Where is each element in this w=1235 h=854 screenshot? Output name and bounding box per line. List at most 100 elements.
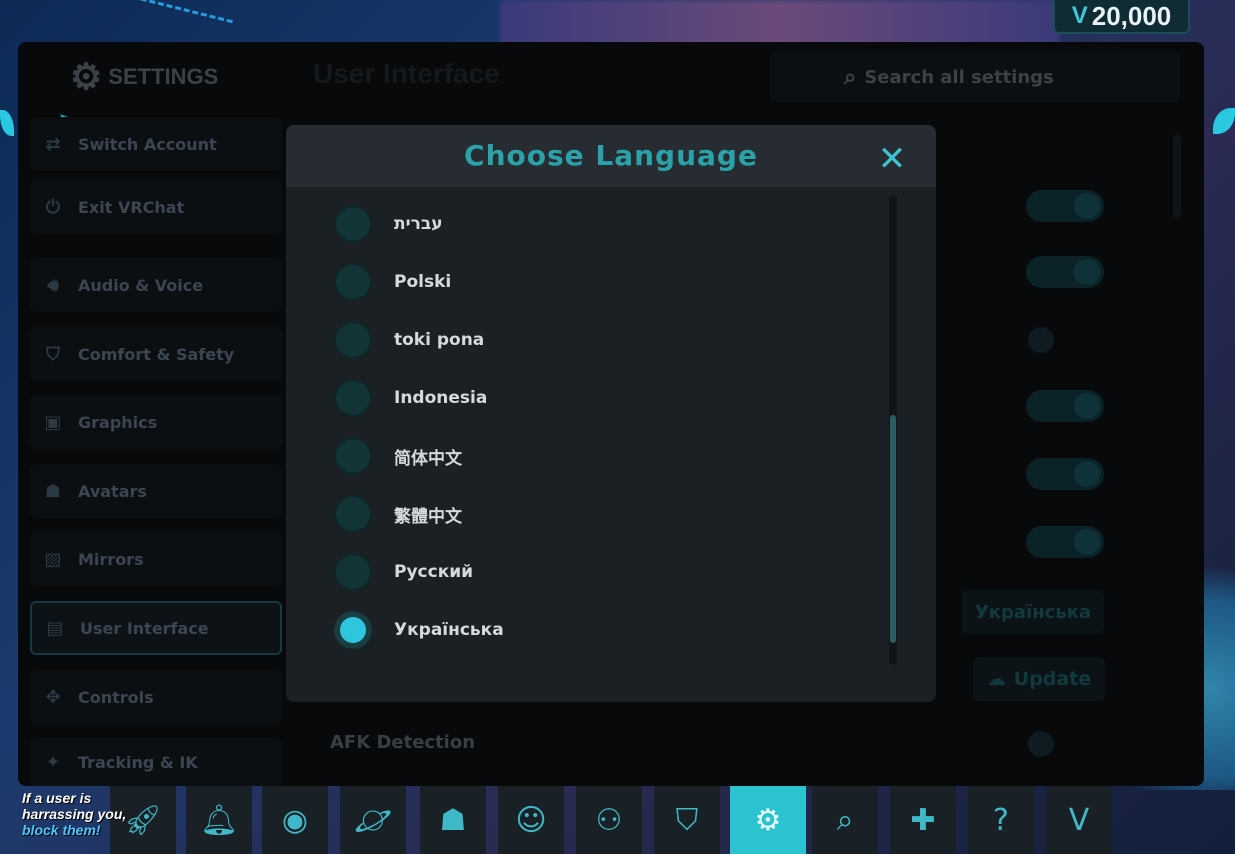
currency-balance[interactable]: V 20,000: [1053, 0, 1190, 34]
radio-button[interactable]: [334, 321, 372, 359]
search-input[interactable]: ⌕ Search all settings: [770, 52, 1180, 102]
network-icon: ⚇: [595, 802, 623, 838]
language-label: toki pona: [394, 330, 485, 350]
sidebar-item-comfort-safety[interactable]: ⛉ Comfort & Safety: [30, 327, 282, 381]
language-label: 简体中文: [394, 448, 462, 469]
settings-scrollbar[interactable]: [1173, 134, 1181, 218]
sidebar-item-label: Comfort & Safety: [78, 344, 235, 364]
update-label: Update: [1013, 668, 1092, 690]
setting-toggle[interactable]: [1026, 324, 1104, 356]
people-icon: ☺: [515, 802, 547, 838]
afk-detection-label: AFK Detection: [330, 732, 476, 753]
image-icon: ▣: [44, 411, 62, 433]
chat-add-icon: ✚: [910, 802, 936, 838]
vrc-plus-icon: V: [1068, 802, 1090, 838]
dock-social[interactable]: ☺: [498, 786, 564, 854]
language-option[interactable]: עברית: [334, 197, 854, 251]
mirror-icon: ▨: [44, 548, 62, 570]
harassment-warning: If a user is harrassing you, block them!: [22, 790, 150, 838]
language-option[interactable]: Русский: [334, 545, 854, 599]
language-option[interactable]: toki pona: [334, 313, 854, 367]
radio-button[interactable]: [334, 553, 372, 591]
cloud-download-icon: ☁: [986, 668, 1006, 690]
radio-button[interactable]: [334, 379, 372, 417]
close-button[interactable]: ✕: [874, 141, 910, 177]
radio-button[interactable]: [334, 495, 372, 533]
dock-avatars[interactable]: ☗: [420, 786, 486, 854]
sidebar-item-mirrors[interactable]: ▨ Mirrors: [30, 532, 282, 586]
setting-toggle[interactable]: [1026, 390, 1104, 422]
choose-language-dialog: Choose Language ✕ עברית Polski toki pona…: [286, 125, 936, 702]
dock-search[interactable]: ⌕: [812, 786, 878, 854]
language-label: Русский: [394, 562, 474, 582]
radio-button[interactable]: [334, 263, 372, 301]
dock-settings[interactable]: ⚙: [730, 786, 806, 854]
warning-line: harrassing you,: [22, 806, 127, 822]
sidebar-item-label: Tracking & IK: [78, 752, 198, 772]
monitor-icon: ▤: [46, 617, 64, 639]
dock-help[interactable]: ?: [968, 786, 1034, 854]
switch-account-icon: ⇄: [45, 133, 61, 155]
language-label: Indonesia: [394, 388, 488, 408]
language-option[interactable]: Polski: [334, 255, 854, 309]
sidebar-item-tracking-ik[interactable]: ✦ Tracking & IK: [30, 738, 282, 786]
bottom-dock: 🚀︎ 🔔︎ ◉ 🪐︎ ☗ ☺ ⚇ ⛉ ⚙ ⌕ ✚ ? V: [0, 786, 1235, 854]
background-leaf-left: [0, 110, 14, 136]
sidebar-item-user-interface[interactable]: ▤ User Interface: [30, 601, 282, 655]
setting-toggle[interactable]: [1026, 458, 1104, 490]
gamepad-icon: ✥: [45, 686, 61, 708]
dock-safety[interactable]: ⛉: [654, 786, 720, 854]
avatar-icon: ☗: [44, 480, 62, 502]
sidebar-item-switch-account[interactable]: ⇄ Switch Account: [30, 117, 282, 171]
sidebar-item-controls[interactable]: ✥ Controls: [30, 670, 282, 724]
dock-notifications[interactable]: 🔔︎: [186, 786, 252, 854]
sidebar-item-label: Mirrors: [78, 549, 144, 569]
language-label: Українська: [394, 620, 504, 640]
dialog-scrollbar-thumb[interactable]: [890, 415, 896, 643]
sidebar-item-graphics[interactable]: ▣ Graphics: [30, 395, 282, 449]
gear-icon: ⚙: [70, 56, 103, 97]
afk-toggle[interactable]: [1026, 728, 1104, 760]
dock-groups[interactable]: ⚇: [576, 786, 642, 854]
bell-icon: 🔔︎: [199, 802, 239, 838]
dock-profile[interactable]: ◉: [262, 786, 328, 854]
radio-button[interactable]: [334, 205, 372, 243]
sidebar-item-label: Audio & Voice: [78, 275, 204, 295]
setting-toggle[interactable]: [1026, 526, 1104, 558]
language-label: Polski: [394, 272, 452, 292]
radio-button-checked[interactable]: [334, 611, 372, 649]
search-icon: ⌕: [844, 64, 857, 90]
sidebar-item-label: Graphics: [78, 412, 158, 432]
language-label: 繁體中文: [394, 506, 462, 527]
language-option-selected[interactable]: Українська: [334, 603, 854, 657]
radio-button[interactable]: [334, 437, 372, 475]
page-title: User Interface: [313, 58, 500, 89]
planet-icon: 🪐︎: [353, 802, 393, 838]
language-label: עברית: [394, 214, 443, 234]
sidebar-item-label: Controls: [78, 687, 154, 707]
search-placeholder: Search all settings: [864, 66, 1054, 88]
language-option[interactable]: 繁體中文: [334, 487, 854, 541]
vrc-credits-icon: V: [1071, 2, 1088, 29]
setting-toggle[interactable]: [1026, 190, 1104, 222]
language-option[interactable]: 简体中文: [334, 429, 854, 483]
sidebar-item-audio-voice[interactable]: 🔊︎ Audio & Voice: [30, 258, 282, 312]
settings-title: ⚙ SETTINGS: [70, 56, 219, 97]
sidebar-item-label: User Interface: [80, 618, 209, 638]
dialog-title: Choose Language: [464, 139, 758, 172]
language-select-button[interactable]: Українська: [962, 590, 1104, 634]
dock-chat[interactable]: ✚: [890, 786, 956, 854]
speaker-icon: 🔊︎: [47, 274, 59, 296]
sidebar-item-label: Exit VRChat: [78, 197, 185, 217]
help-icon: ?: [993, 802, 1009, 838]
settings-title-label: SETTINGS: [108, 64, 219, 89]
gear-icon: ⚙: [754, 802, 782, 838]
dock-vrc-plus[interactable]: V: [1046, 786, 1112, 854]
update-button[interactable]: ☁ Update: [973, 657, 1105, 701]
language-option[interactable]: Indonesia: [334, 371, 854, 425]
dock-worlds[interactable]: 🪐︎: [340, 786, 406, 854]
sidebar-item-avatars[interactable]: ☗ Avatars: [30, 464, 282, 518]
tracking-icon: ✦: [45, 751, 61, 773]
sidebar-item-exit-vrchat[interactable]: ⏻ Exit VRChat: [30, 180, 282, 234]
setting-toggle[interactable]: [1026, 256, 1104, 288]
